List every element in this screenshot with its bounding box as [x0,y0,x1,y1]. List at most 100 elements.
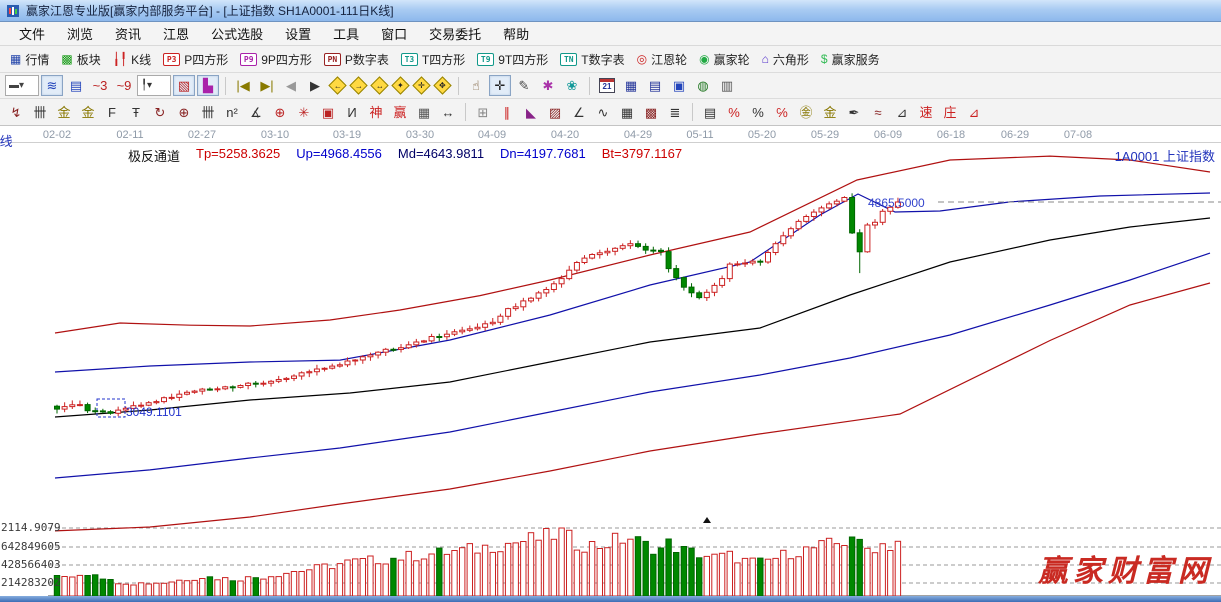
golden-ratio-icon[interactable]: 金 [77,102,99,123]
menu-item-1[interactable]: 浏览 [56,22,104,45]
first-bar-icon[interactable]: |◀ [232,75,254,96]
toolbar-feature-t-number-table[interactable]: TNT数字表 [554,49,630,70]
zigzag-icon[interactable]: ∿ [592,102,614,123]
angle-lines-icon[interactable]: ∠ [568,102,590,123]
candle-style-combo[interactable]: ╿▾ [137,75,171,96]
date-tick-05-20: 05-20 [748,129,776,141]
span-marker-icon[interactable]: ↔ [437,102,459,123]
shift-right-diamond[interactable]: → [349,76,367,94]
pane-tab-kline[interactable]: K线 [0,131,26,147]
zoom-all-diamond[interactable]: ✥ [433,76,451,94]
expand-x-diamond-glyph: ↔ [376,81,384,90]
gann-grid-icon[interactable]: 卌 [29,102,51,123]
notepad-icon[interactable]: ▤ [644,75,666,96]
menu-item-2[interactable]: 资讯 [104,22,152,45]
square-of-nine-icon[interactable]: n² [221,102,243,123]
wave-3-icon[interactable]: ~3 [89,75,111,96]
menu-item-0[interactable]: 文件 [8,22,56,45]
shift-left-diamond[interactable]: ← [328,76,346,94]
circled-gold-icon[interactable]: ㊎ [795,102,817,123]
expand-x-diamond[interactable]: ↔ [370,76,388,94]
compress-x-diamond[interactable]: ✦ [391,76,409,94]
ray-fan-icon[interactable]: ∥ [496,102,518,123]
volume-style-icon[interactable]: ▙ [197,75,219,96]
print-icon[interactable]: ▥ [716,75,738,96]
trend-overlay-icon[interactable]: ≋ [41,75,63,96]
menu-item-4[interactable]: 公式选股 [200,22,274,45]
sectors-icon: ▩ [61,53,72,65]
9t-square-label: 9T四方形 [498,51,548,68]
crosshair-icon[interactable]: ✛ [489,75,511,96]
toolbar-feature-hexagon[interactable]: ⌂六角形 [756,49,815,70]
analysis-icon[interactable]: ❀ [561,75,583,96]
toolbar-feature-winner-wheel[interactable]: ◉赢家轮 [693,49,756,70]
toolbar-separator [465,103,466,121]
calendar-icon[interactable]: 21 [596,75,618,96]
time-ruler-icon[interactable]: Ŧ [125,102,147,123]
wave-count-icon[interactable]: И [341,102,363,123]
percent-range-icon[interactable]: ℅ [771,102,793,123]
gold-line-icon[interactable]: 金 [819,102,841,123]
menu-item-6[interactable]: 工具 [322,22,370,45]
toolbar-feature-9t-square[interactable]: T99T四方形 [471,49,554,70]
fibonacci-icon[interactable]: F [101,102,123,123]
boxed-star-icon[interactable]: ▣ [317,102,339,123]
export-icon[interactable]: ◍ [692,75,714,96]
chart-canvas[interactable] [0,126,1221,596]
toolbar-feature-sectors[interactable]: ▩板块 [55,49,106,70]
toolbar-feature-9p-square[interactable]: P99P四方形 [234,49,318,70]
chart-type-combo[interactable]: ▬▾ [5,75,39,96]
menu-item-9[interactable]: 帮助 [492,22,540,45]
toolbar-feature-p-number-table[interactable]: PNP数字表 [318,49,395,70]
arc-tool-icon[interactable]: ⊿ [963,102,985,123]
zoom-in-diamond[interactable]: ✛ [412,76,430,94]
brush-icon[interactable]: ✒ [843,102,865,123]
sector-fan-icon[interactable]: ◣ [520,102,542,123]
target-circle-icon[interactable]: ⊕ [269,102,291,123]
calculator-icon[interactable]: ▦ [620,75,642,96]
save-icon[interactable]: ▣ [668,75,690,96]
parallel-lines-icon[interactable]: ≣ [664,102,686,123]
menu-item-7[interactable]: 窗口 [370,22,418,45]
wave-9-icon[interactable]: ~9 [113,75,135,96]
quote-list-icon[interactable]: ▤ [65,75,87,96]
dense-grid-icon[interactable]: ▦ [413,102,435,123]
grid-b-icon[interactable]: ▩ [640,102,662,123]
price-grid-icon[interactable]: 卌 [197,102,219,123]
angle-ruler-icon[interactable]: ∡ [245,102,267,123]
toolbar-feature-t-square[interactable]: T3T四方形 [395,49,471,70]
menu-item-3[interactable]: 江恩 [152,22,200,45]
percent-icon[interactable]: % [747,102,769,123]
toolbar-feature-winner-service[interactable]: $赢家服务 [815,49,886,70]
gann-tool-icon[interactable]: ✱ [537,75,559,96]
trend-angle-icon[interactable]: ⊿ [891,102,913,123]
speed-line-icon[interactable]: 速 [915,102,937,123]
wave-gold-icon[interactable]: ≈ [867,102,889,123]
polyline-draw-icon[interactable]: ✎ [513,75,535,96]
toolbar-feature-p-square[interactable]: P3P四方形 [157,49,234,70]
toolbar-feature-gann-wheel[interactable]: ◎江恩轮 [631,49,694,70]
frame-tool-icon[interactable]: ⊞ [472,102,494,123]
region-flag-icon[interactable]: ▧ [173,75,195,96]
gann-dial-icon[interactable]: ⊕ [173,102,195,123]
menu-item-8[interactable]: 交易委托 [418,22,492,45]
prev-bar-icon[interactable]: ◀ [280,75,302,96]
toolbar-feature-kline[interactable]: ╽╿K线 [107,49,157,70]
zoom-in-diamond-glyph: ✛ [418,81,425,90]
hammer-tool-icon[interactable]: ↯ [5,102,27,123]
shaded-box-icon[interactable]: ▨ [544,102,566,123]
golden-section-icon[interactable]: 金 [53,102,75,123]
hand-tool-icon[interactable]: ☝ [465,75,487,96]
last-bar-icon[interactable]: ▶| [256,75,278,96]
shen-tool-icon[interactable]: 神 [365,102,387,123]
spiral-icon[interactable]: ↻ [149,102,171,123]
star-rays-icon[interactable]: ✳ [293,102,315,123]
menu-item-5[interactable]: 设置 [274,22,322,45]
next-bar-icon[interactable]: ▶ [304,75,326,96]
toolbar-feature-quotes[interactable]: ▦行情 [4,49,55,70]
gann-box-icon[interactable]: 庄 [939,102,961,123]
grid-a-icon[interactable]: ▦ [616,102,638,123]
percent-drop-icon[interactable]: % [723,102,745,123]
measure-list-icon[interactable]: ▤ [699,102,721,123]
ying-tool-icon[interactable]: 赢 [389,102,411,123]
